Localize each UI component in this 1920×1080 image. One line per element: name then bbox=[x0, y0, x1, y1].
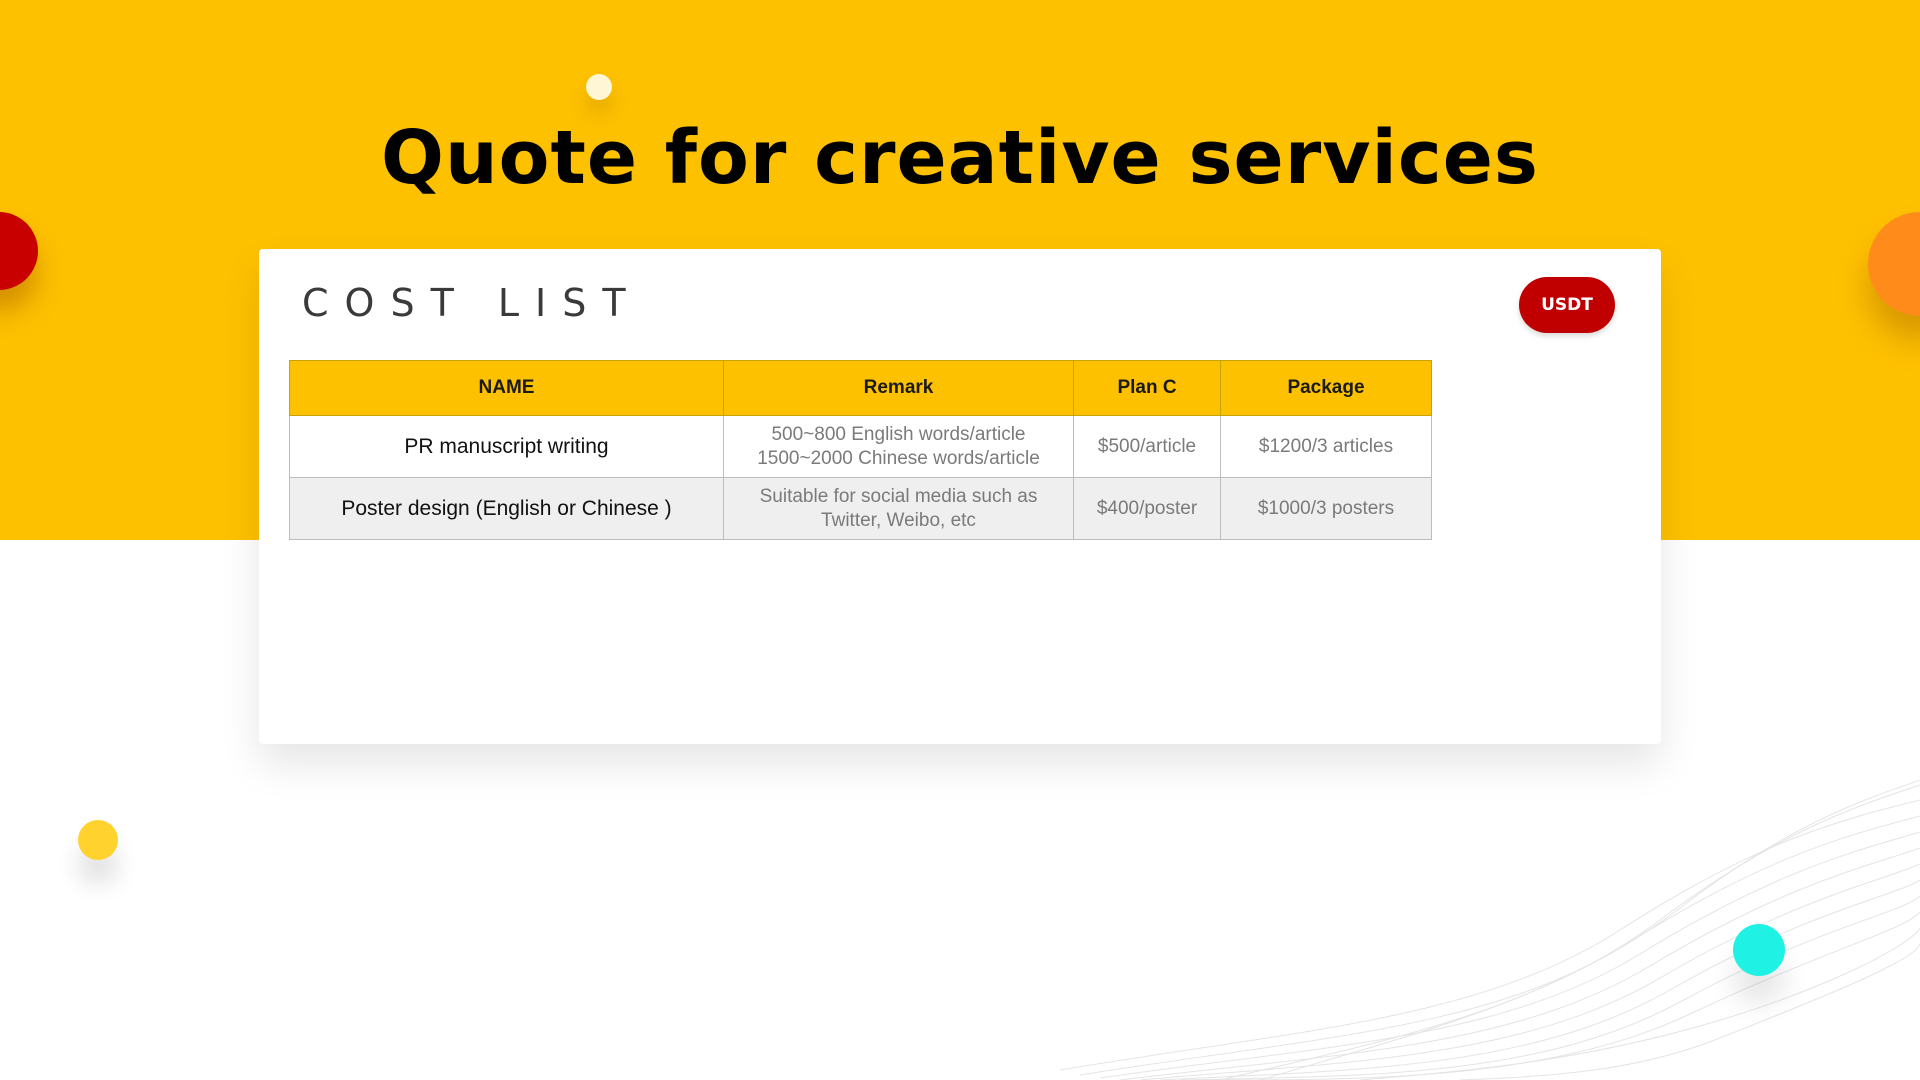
decorative-wave-lines bbox=[1060, 780, 1920, 1080]
remark-line: 500~800 English words/article bbox=[771, 423, 1026, 445]
decorative-dot bbox=[1733, 924, 1785, 976]
table-row: PR manuscript writing 500~800 English wo… bbox=[289, 415, 1432, 478]
service-name: PR manuscript writing bbox=[289, 415, 724, 478]
card-heading: COST LIST bbox=[302, 281, 642, 325]
service-remark: Suitable for social media such as Twitte… bbox=[723, 477, 1074, 540]
column-header-name: NAME bbox=[289, 360, 724, 416]
currency-badge: USDT bbox=[1519, 277, 1615, 333]
column-header-plan-c: Plan C bbox=[1073, 360, 1221, 416]
decorative-dot bbox=[78, 820, 118, 860]
remark-line: Twitter, Weibo, etc bbox=[821, 509, 976, 531]
slide-title: Quote for creative services bbox=[381, 115, 1539, 201]
package-price: $1000/3 posters bbox=[1220, 477, 1432, 540]
package-price: $1200/3 articles bbox=[1220, 415, 1432, 478]
service-name: Poster design (English or Chinese ) bbox=[289, 477, 724, 540]
cost-table: NAME Remark Plan C Package PR manuscript… bbox=[289, 360, 1432, 540]
remark-line: Suitable for social media such as bbox=[759, 485, 1038, 507]
column-header-package: Package bbox=[1220, 360, 1432, 416]
plan-c-price: $400/poster bbox=[1073, 477, 1221, 540]
plan-c-price: $500/article bbox=[1073, 415, 1221, 478]
table-header-row: NAME Remark Plan C Package bbox=[289, 360, 1432, 416]
cost-list-card: COST LIST USDT NAME Remark Plan C Packag… bbox=[259, 249, 1661, 744]
service-remark: 500~800 English words/article 1500~2000 … bbox=[723, 415, 1074, 478]
decorative-dot bbox=[586, 74, 612, 100]
column-header-remark: Remark bbox=[723, 360, 1074, 416]
remark-line: 1500~2000 Chinese words/article bbox=[757, 447, 1040, 469]
table-row: Poster design (English or Chinese ) Suit… bbox=[289, 477, 1432, 540]
